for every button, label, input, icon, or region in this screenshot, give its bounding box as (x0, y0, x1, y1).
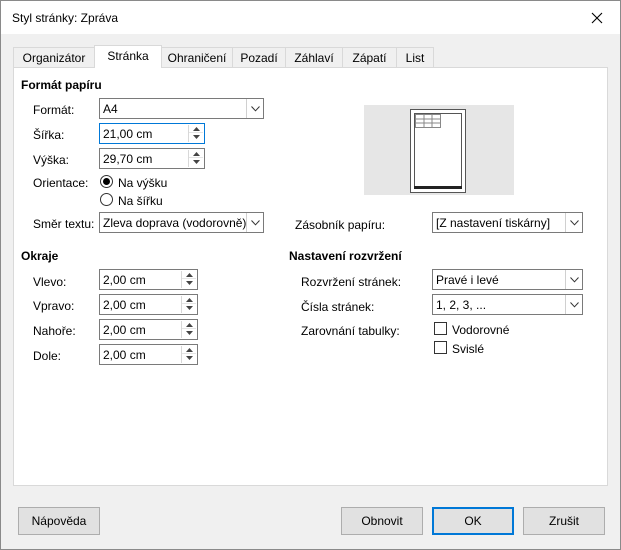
page-style-dialog: Styl stránky: Zpráva Organizátor Stránka… (0, 0, 621, 550)
spin-down-icon[interactable] (182, 329, 196, 337)
spin-up-icon[interactable] (189, 125, 203, 133)
landscape-radio[interactable] (100, 193, 113, 206)
margin-top-label: Nahoře: (33, 324, 76, 338)
tab-sheet[interactable]: List (396, 47, 434, 67)
tab-header[interactable]: Záhlaví (285, 47, 343, 67)
margin-left-label: Vlevo: (33, 275, 67, 289)
spin-down-icon[interactable] (189, 133, 203, 141)
margin-bottom-value: 2,00 cm (103, 348, 146, 362)
window-title: Styl stránky: Zpráva (12, 11, 119, 25)
spin-up-icon[interactable] (189, 150, 203, 158)
page-preview-sheet (410, 109, 466, 193)
margin-top-stepper[interactable] (181, 321, 196, 338)
width-value: 21,00 cm (103, 127, 153, 141)
close-icon (591, 12, 603, 23)
chevron-down-icon (246, 99, 263, 118)
margin-left-value: 2,00 cm (103, 273, 146, 287)
tab-footer[interactable]: Zápatí (342, 47, 397, 67)
page-preview-footer (414, 186, 462, 189)
chevron-down-icon (565, 295, 582, 314)
tab-background[interactable]: Pozadí (232, 47, 286, 67)
page-tab-panel: Formát papíru Formát: A4 Šířka: 21,00 cm… (13, 67, 608, 486)
horizontal-label[interactable]: Vodorovné (452, 323, 509, 337)
width-label: Šířka: (33, 128, 65, 142)
paper-tray-label: Zásobník papíru: (295, 218, 386, 232)
help-button[interactable]: Nápověda (18, 507, 100, 535)
cancel-button[interactable]: Zrušit (523, 507, 605, 535)
text-direction-select[interactable]: Zleva doprava (vodorovně) (99, 212, 264, 233)
vertical-label[interactable]: Svislé (452, 342, 484, 356)
margin-top-value: 2,00 cm (103, 323, 146, 337)
margins-heading: Okraje (21, 249, 59, 263)
height-label: Výška: (33, 153, 70, 167)
margin-top-field[interactable]: 2,00 cm (99, 319, 198, 340)
orientation-label: Orientace: (33, 176, 89, 190)
margin-left-field[interactable]: 2,00 cm (99, 269, 198, 290)
text-direction-label: Směr textu: (33, 217, 95, 231)
paper-tray-select[interactable]: [Z nastavení tiskárny] (432, 212, 583, 233)
paper-tray-value: [Z nastavení tiskárny] (436, 216, 551, 230)
margin-right-field[interactable]: 2,00 cm (99, 294, 198, 315)
portrait-radio[interactable] (100, 175, 113, 188)
spin-up-icon[interactable] (182, 321, 196, 329)
height-stepper[interactable] (188, 150, 203, 167)
width-field[interactable]: 21,00 cm (99, 123, 205, 144)
page-numbers-select[interactable]: 1, 2, 3, ... (432, 294, 583, 315)
page-preview (364, 105, 514, 195)
chevron-down-icon (565, 270, 582, 289)
margin-bottom-label: Dole: (33, 349, 62, 363)
paper-format-heading: Formát papíru (21, 78, 102, 92)
format-value: A4 (103, 102, 118, 116)
tab-page[interactable]: Stránka (94, 45, 162, 68)
chevron-down-icon (565, 213, 582, 232)
close-button[interactable] (574, 1, 620, 34)
portrait-label[interactable]: Na výšku (118, 176, 167, 190)
spin-up-icon[interactable] (182, 346, 196, 354)
chevron-down-icon (246, 213, 263, 232)
width-stepper[interactable] (188, 125, 203, 142)
table-alignment-label: Zarovnání tabulky: (301, 324, 400, 338)
landscape-label[interactable]: Na šířku (118, 194, 163, 208)
page-numbers-label: Čísla stránek: (301, 300, 375, 314)
page-layout-value: Pravé i levé (436, 273, 499, 287)
spin-down-icon[interactable] (182, 279, 196, 287)
title-bar: Styl stránky: Zpráva (1, 1, 620, 34)
spin-up-icon[interactable] (182, 296, 196, 304)
page-layout-label: Rozvržení stránek: (301, 275, 402, 289)
margin-right-value: 2,00 cm (103, 298, 146, 312)
spin-down-icon[interactable] (182, 304, 196, 312)
tab-borders[interactable]: Ohraničení (161, 47, 233, 67)
page-numbers-value: 1, 2, 3, ... (436, 298, 487, 312)
spin-down-icon[interactable] (182, 354, 196, 362)
margin-left-stepper[interactable] (181, 271, 196, 288)
height-value: 29,70 cm (103, 152, 153, 166)
ok-button[interactable]: OK (432, 507, 514, 535)
format-label: Formát: (33, 103, 75, 117)
format-select[interactable]: A4 (99, 98, 264, 119)
margin-bottom-field[interactable]: 2,00 cm (99, 344, 198, 365)
height-field[interactable]: 29,70 cm (99, 148, 205, 169)
text-direction-value: Zleva doprava (vodorovně) (103, 216, 247, 230)
vertical-checkbox[interactable] (434, 341, 447, 354)
horizontal-checkbox[interactable] (434, 322, 447, 335)
reset-button[interactable]: Obnovit (341, 507, 423, 535)
margin-right-label: Vpravo: (33, 299, 75, 313)
spin-down-icon[interactable] (189, 158, 203, 166)
table-icon (415, 114, 441, 128)
spin-up-icon[interactable] (182, 271, 196, 279)
tab-organizer[interactable]: Organizátor (13, 47, 95, 67)
margin-right-stepper[interactable] (181, 296, 196, 313)
margin-bottom-stepper[interactable] (181, 346, 196, 363)
page-layout-select[interactable]: Pravé i levé (432, 269, 583, 290)
layout-settings-heading: Nastavení rozvržení (289, 249, 402, 263)
